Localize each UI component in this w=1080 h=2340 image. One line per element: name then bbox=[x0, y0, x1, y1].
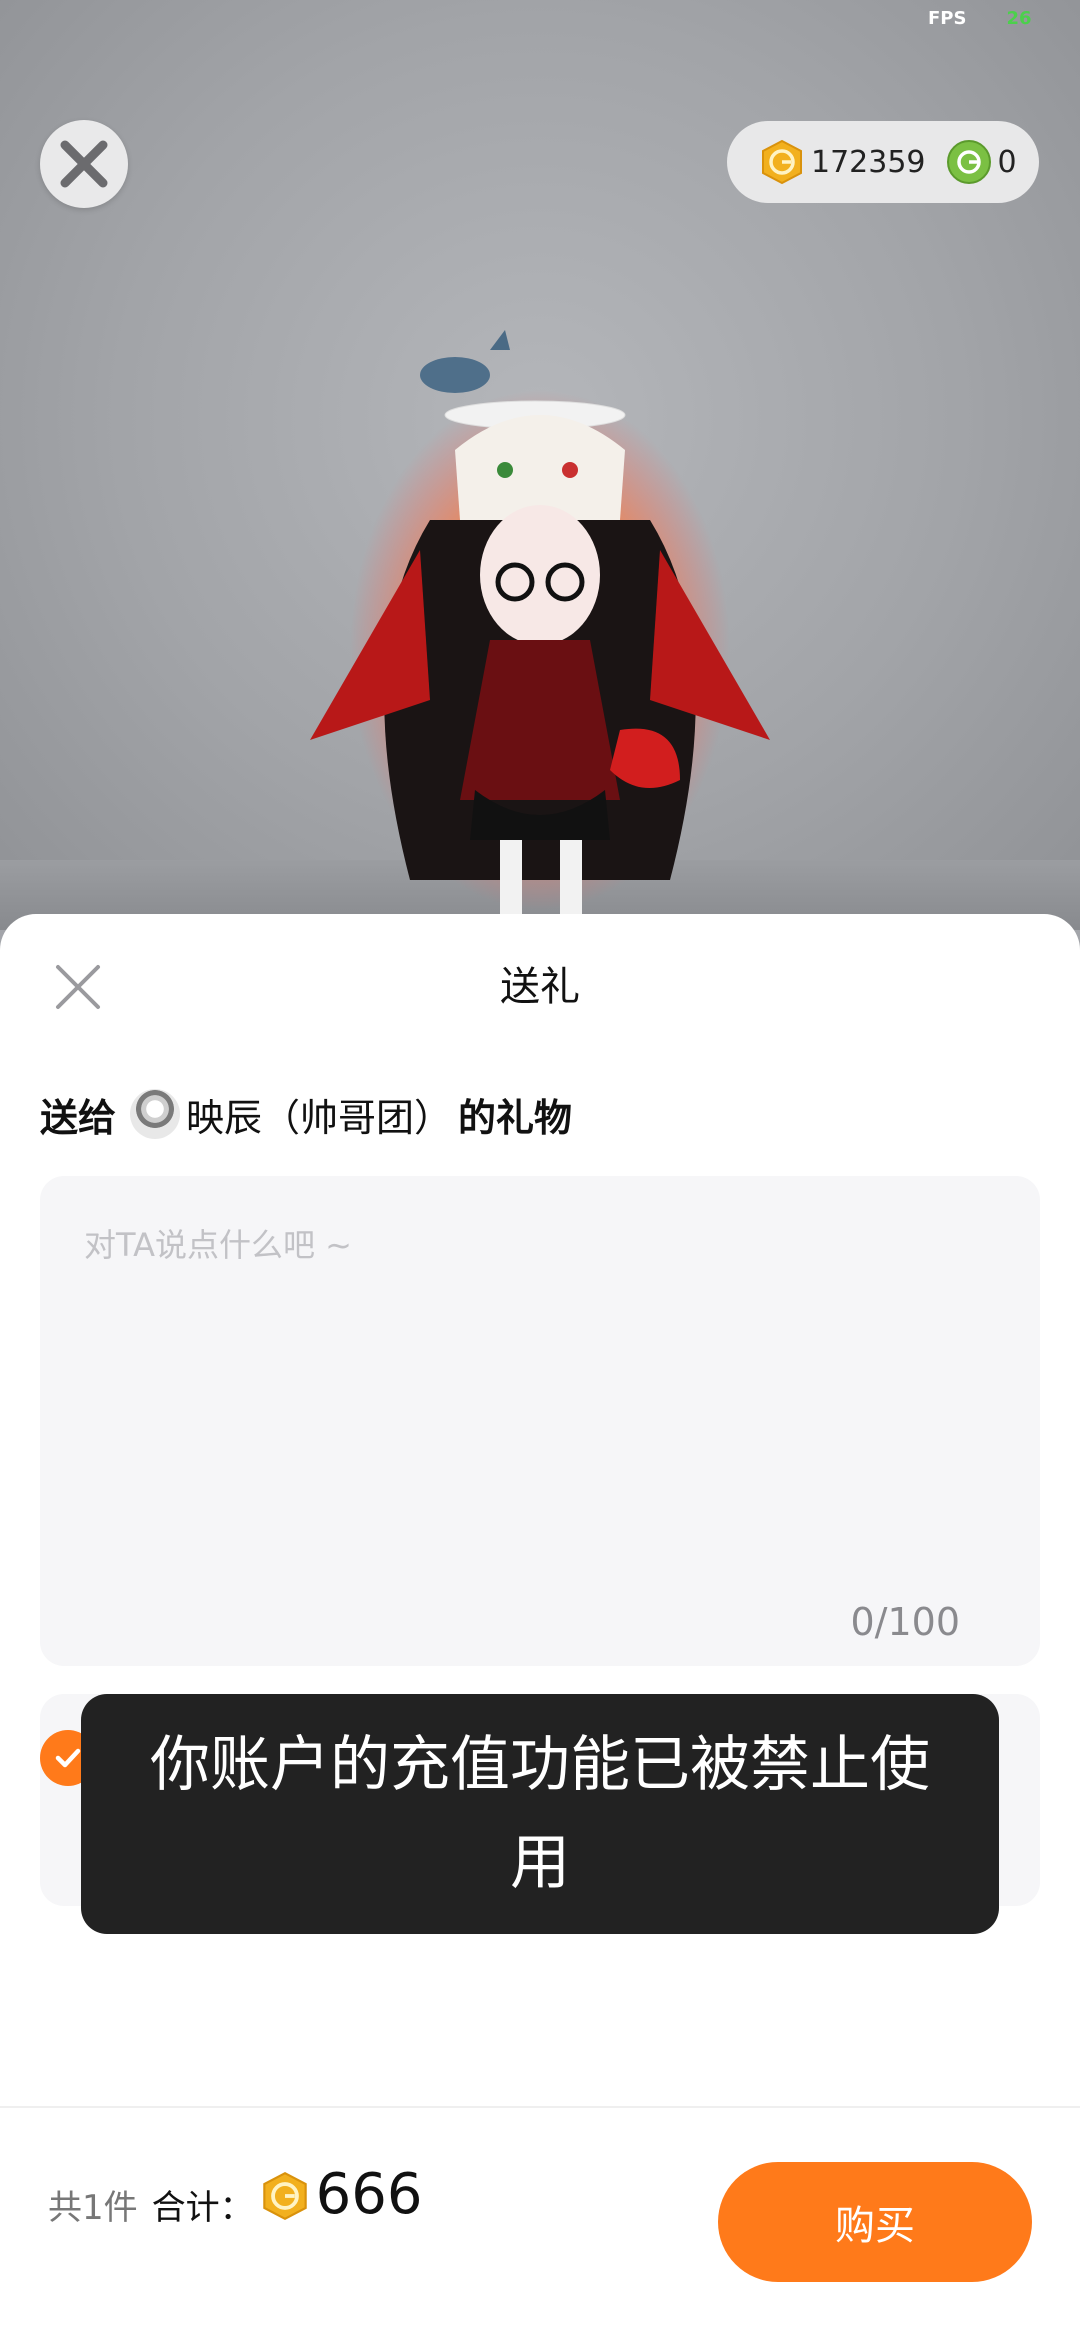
footer-divider bbox=[0, 2106, 1080, 2108]
wallet-balance[interactable]: 172359 0 bbox=[727, 121, 1039, 203]
total-amount: 666 bbox=[315, 2161, 423, 2227]
fps-label: FPS bbox=[928, 8, 967, 29]
avatar-scene: FPS 26 172359 0 bbox=[0, 0, 1080, 930]
check-icon bbox=[55, 1748, 81, 1768]
recipient-name[interactable]: 映辰（帅哥团） bbox=[186, 1087, 452, 1142]
error-toast: 你账户的充值功能已被禁止使用 bbox=[81, 1694, 999, 1934]
recipient-suffix: 的礼物 bbox=[458, 1095, 573, 1140]
fps-indicator: FPS 26 bbox=[928, 8, 1032, 29]
message-box: 0/100 bbox=[40, 1176, 1040, 1666]
total-label: 合计： bbox=[151, 2187, 254, 2228]
gold-coin-balance: 172359 bbox=[811, 144, 926, 180]
close-icon bbox=[60, 140, 108, 188]
char-counter: 0/100 bbox=[850, 1600, 960, 1644]
message-input[interactable] bbox=[82, 1218, 986, 1562]
toast-message: 你账户的充值功能已被禁止使用 bbox=[150, 1730, 930, 1898]
green-coin-icon bbox=[946, 140, 991, 184]
green-coin-balance: 0 bbox=[997, 144, 1017, 180]
recipient-avatar bbox=[130, 1089, 181, 1139]
gold-coin-icon bbox=[762, 139, 802, 185]
recipient-line: 送给 映辰（帅哥团） 的礼物 bbox=[40, 1084, 572, 1144]
item-count: 共1件 bbox=[48, 2187, 138, 2228]
order-summary: 共1件 合计： 666 bbox=[48, 2161, 423, 2244]
character-avatar bbox=[310, 330, 770, 930]
buy-button[interactable]: 购买 bbox=[718, 2162, 1032, 2282]
fps-value: 26 bbox=[1006, 8, 1032, 29]
recipient-prefix: 送给 bbox=[40, 1095, 117, 1140]
gold-coin-icon bbox=[262, 2171, 307, 2221]
gift-sheet: 送礼 送给 映辰（帅哥团） 的礼物 0/100 bbox=[0, 914, 1080, 2340]
sheet-title: 送礼 bbox=[500, 964, 580, 1010]
scene-close-button[interactable] bbox=[40, 120, 128, 208]
